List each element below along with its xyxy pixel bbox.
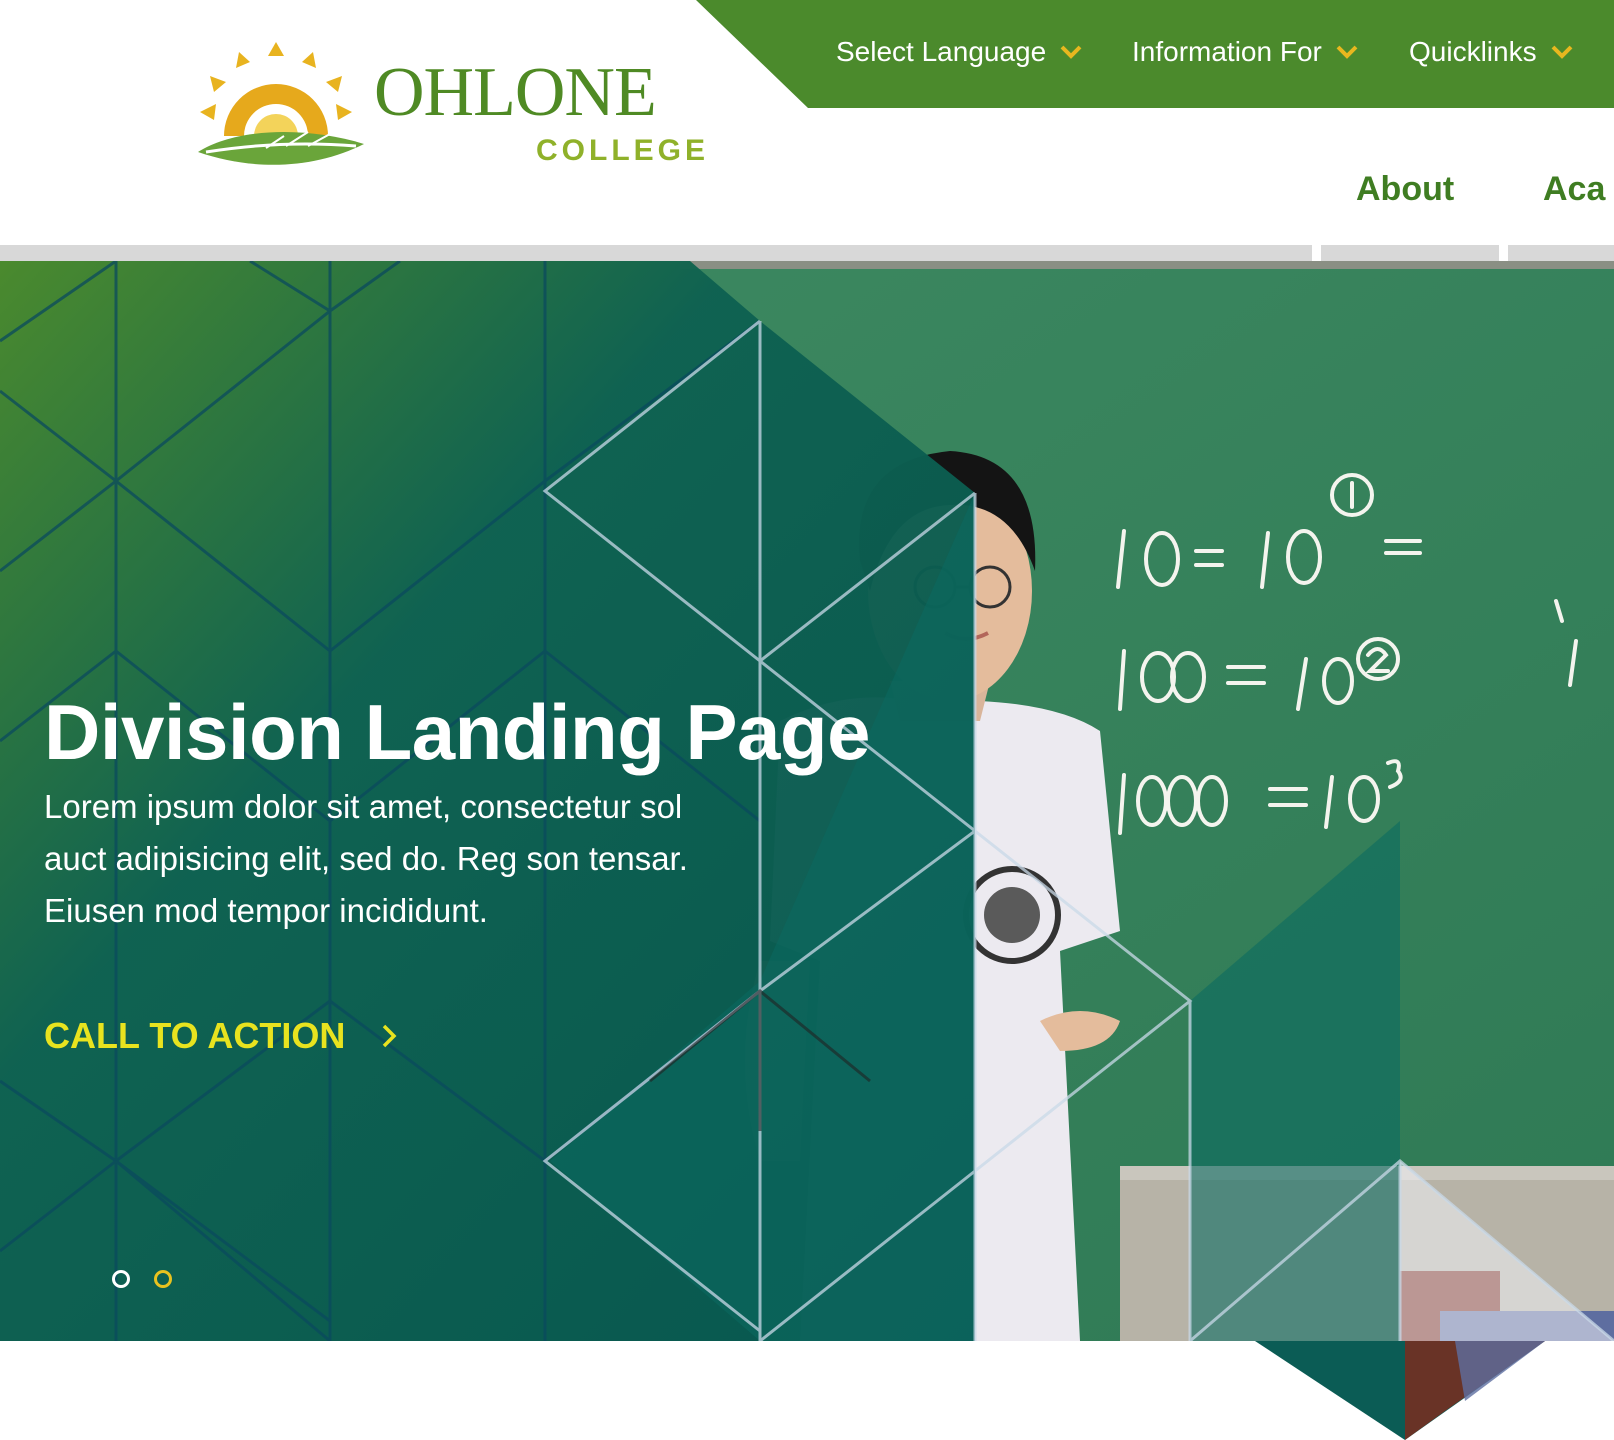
hero-bottom-notch <box>1255 1341 1545 1440</box>
select-language-dropdown[interactable]: Select Language <box>836 32 1082 72</box>
call-to-action-link[interactable]: CALL TO ACTION <box>44 1015 397 1057</box>
nav-academics[interactable]: Aca <box>1543 170 1614 209</box>
carousel-dot-1[interactable] <box>112 1270 130 1288</box>
select-language-label: Select Language <box>836 36 1047 67</box>
hero-carousel: Division Landing Page Lorem ipsum dolor … <box>0 261 1614 1341</box>
utility-nav: Select Language Information For Quicklin… <box>696 0 1614 108</box>
chevron-right-icon <box>383 1024 397 1048</box>
quicklinks-label: Quicklinks <box>1409 36 1537 67</box>
logo-subtitle: COLLEGE <box>536 134 710 167</box>
cta-label: CALL TO ACTION <box>44 1015 346 1056</box>
sun-leaf-icon <box>198 42 364 165</box>
nav-underline-academics <box>1508 245 1614 261</box>
chevron-down-icon <box>1336 45 1358 59</box>
nav-underline-strip <box>0 245 1312 261</box>
college-logo[interactable]: OHLONE COLLEGE <box>196 40 705 175</box>
information-for-label: Information For <box>1132 36 1322 67</box>
logo-wordmark: OHLONE <box>374 54 657 131</box>
nav-underline-about <box>1321 245 1499 261</box>
hero-description: Lorem ipsum dolor sit amet, consectetur … <box>44 788 688 929</box>
chevron-down-icon <box>1060 45 1082 59</box>
carousel-dot-2[interactable] <box>154 1270 172 1288</box>
quicklinks-dropdown[interactable]: Quicklinks <box>1409 32 1573 72</box>
chevron-down-icon <box>1551 45 1573 59</box>
hero-title: Division Landing Page <box>44 688 870 777</box>
information-for-dropdown[interactable]: Information For <box>1132 32 1358 72</box>
nav-about[interactable]: About <box>1356 170 1454 209</box>
